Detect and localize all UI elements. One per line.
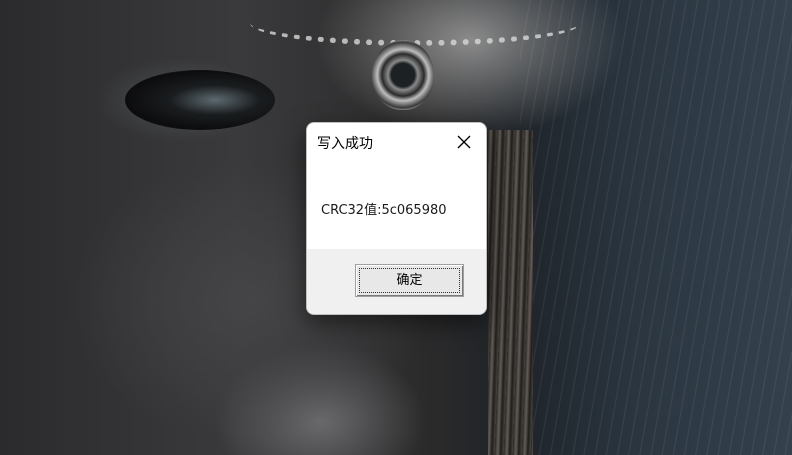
- wallpaper-rain: [520, 0, 792, 455]
- desktop-wallpaper: 写入成功 CRC32值:5c065980 确定: [0, 0, 792, 455]
- close-icon: [457, 135, 471, 149]
- close-button[interactable]: [442, 123, 486, 161]
- dialog-titlebar[interactable]: 写入成功: [307, 123, 486, 163]
- ok-button[interactable]: 确定: [355, 264, 464, 297]
- dialog-title: 写入成功: [317, 136, 373, 152]
- wallpaper-hair: [488, 130, 533, 455]
- wallpaper-headchain: [250, 0, 580, 46]
- dialog-message: CRC32值:5c065980: [321, 203, 447, 218]
- wallpaper-eye: [125, 70, 275, 130]
- wallpaper-pendant: [372, 40, 434, 110]
- message-dialog: 写入成功 CRC32值:5c065980 确定: [306, 122, 487, 315]
- dialog-footer: 确定: [307, 249, 486, 314]
